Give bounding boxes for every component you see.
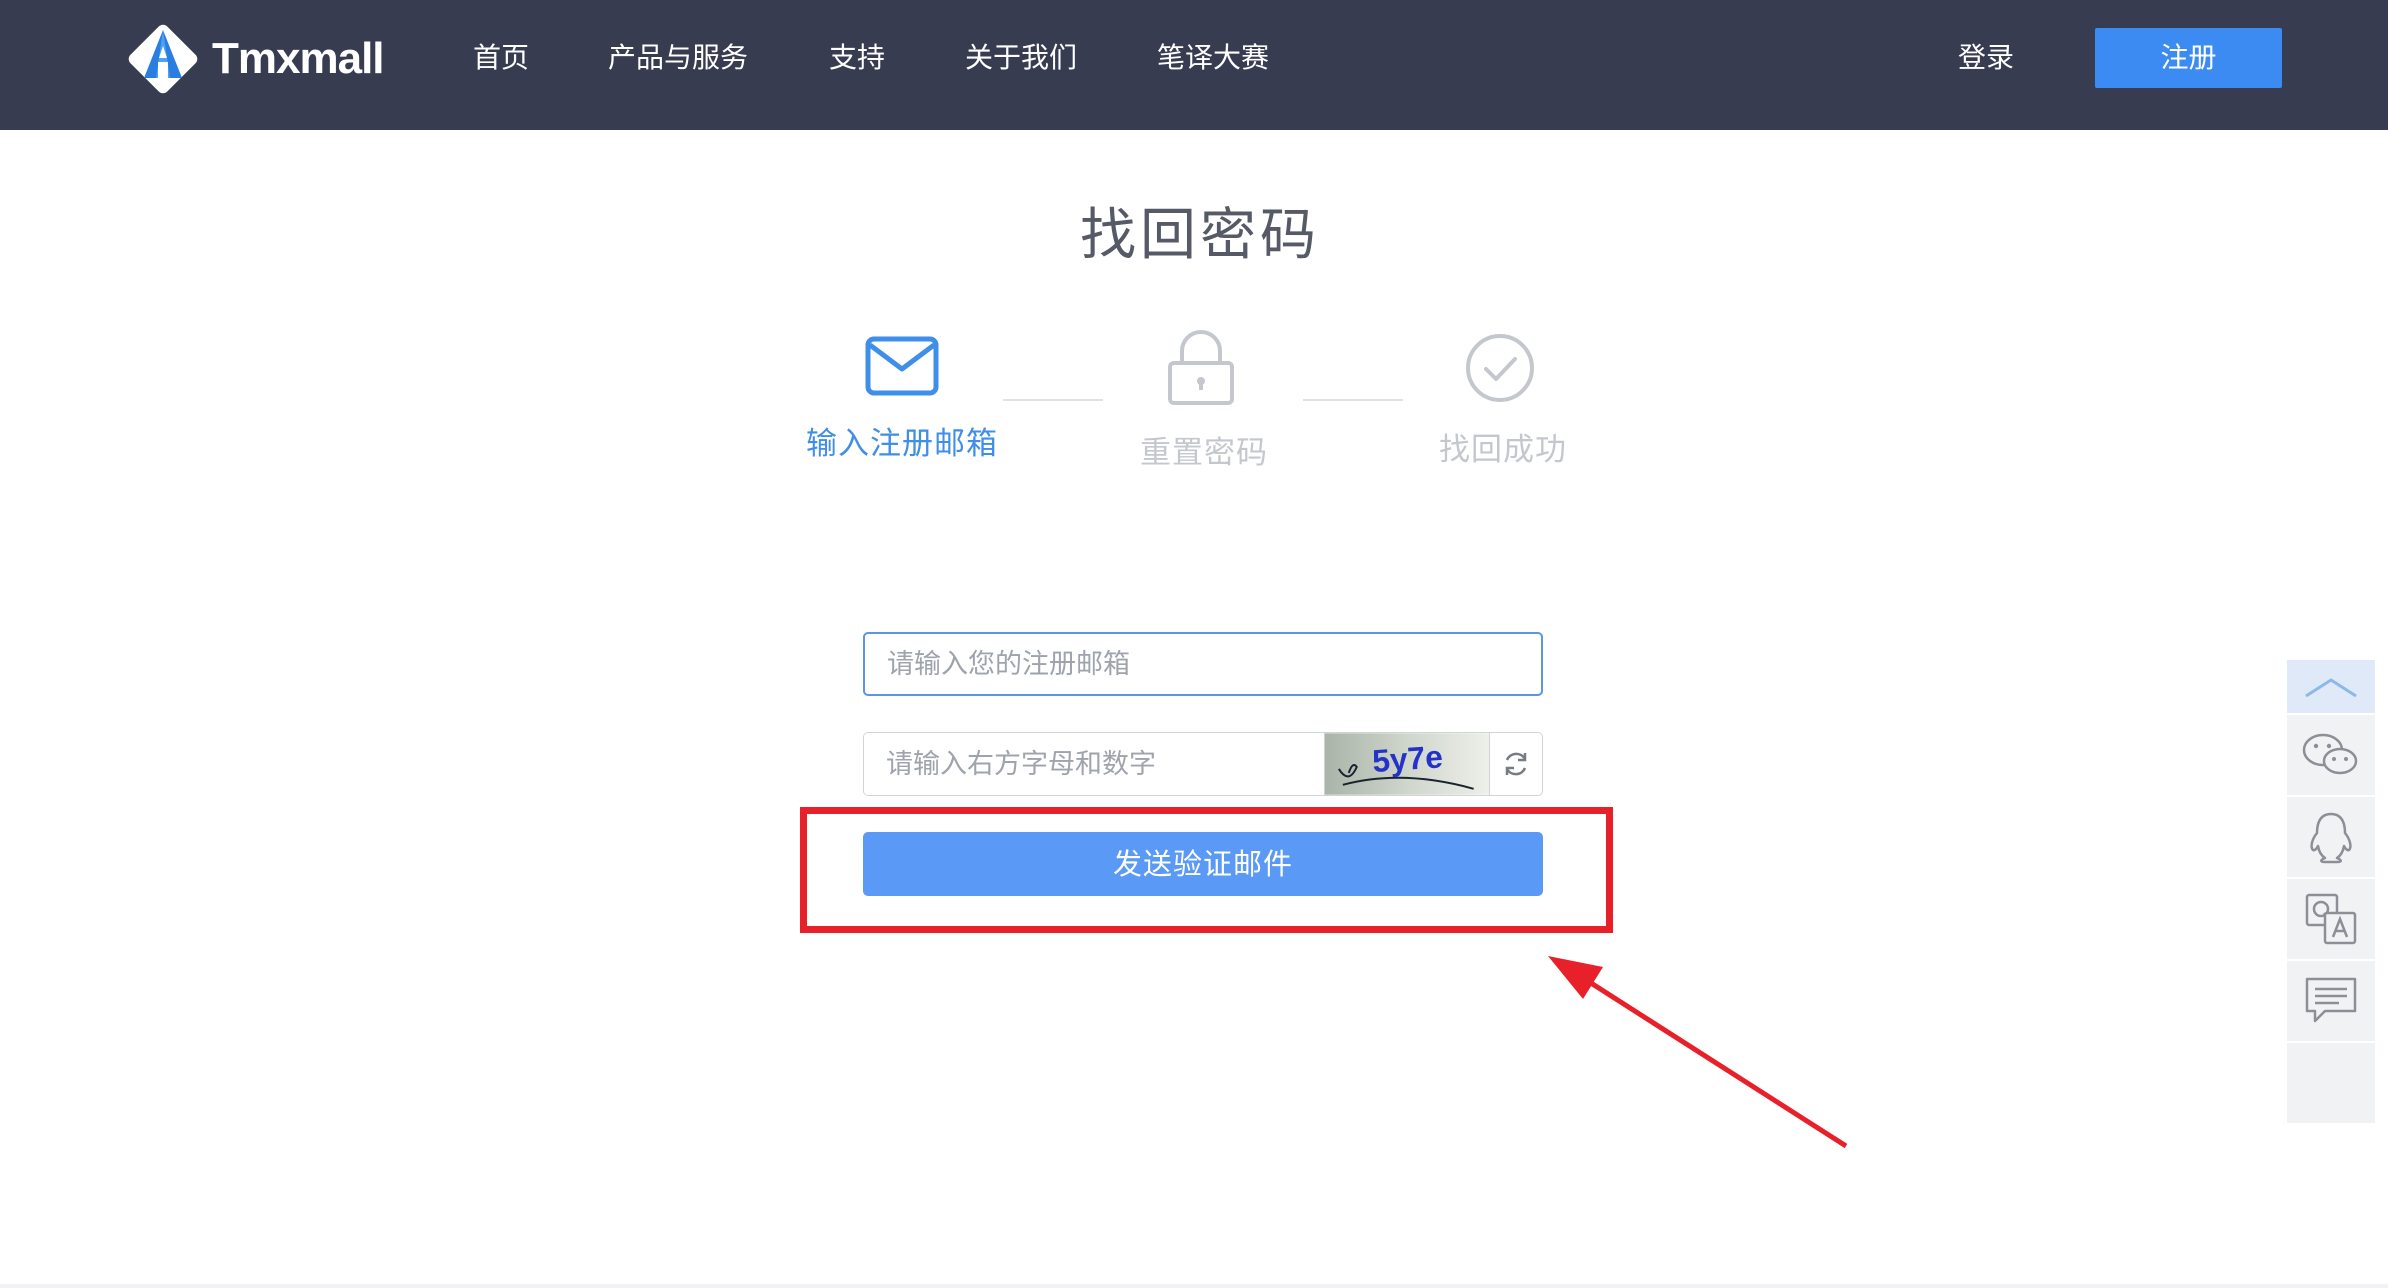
page: Tmxmall 首页 产品与服务 支持 关于我们 笔译大赛 登录 注册 找回密码… xyxy=(0,0,2388,1288)
send-verification-email-button[interactable]: 发送验证邮件 xyxy=(863,832,1543,896)
step-connector-1 xyxy=(1003,399,1103,401)
captcha-refresh-button[interactable] xyxy=(1489,733,1542,795)
lock-icon xyxy=(1168,330,1234,405)
step-2-label: 重置密码 xyxy=(1140,435,1268,471)
brand-logo[interactable]: Tmxmall xyxy=(120,16,385,102)
qq-icon xyxy=(2310,812,2352,864)
message-button[interactable] xyxy=(2287,961,2375,1042)
brand-name: Tmxmall xyxy=(212,34,385,83)
qa-button[interactable] xyxy=(2287,879,2375,960)
page-title: 找回密码 xyxy=(1080,203,1320,268)
step-3-label: 找回成功 xyxy=(1439,432,1567,468)
nav-translation-contest[interactable]: 笔译大赛 xyxy=(1157,38,1269,78)
wechat-button[interactable] xyxy=(2287,715,2375,796)
chevron-up-icon xyxy=(2305,677,2357,697)
check-circle-icon xyxy=(1466,334,1534,402)
captcha-input[interactable] xyxy=(864,733,1324,795)
nav-home[interactable]: 首页 xyxy=(473,38,529,78)
tmxmall-logo-icon xyxy=(128,24,198,94)
wechat-icon xyxy=(2302,733,2358,775)
floatbar-blank-slot xyxy=(2287,1043,2375,1124)
step-connector-2 xyxy=(1303,399,1403,401)
captcha-image[interactable]: 5y7e xyxy=(1323,733,1490,795)
top-navbar: Tmxmall 首页 产品与服务 支持 关于我们 笔译大赛 登录 注册 xyxy=(0,0,2388,130)
nav-support[interactable]: 支持 xyxy=(829,38,885,78)
login-link[interactable]: 登录 xyxy=(1958,38,2014,78)
captcha-text: 5y7e xyxy=(1371,738,1444,779)
email-input[interactable] xyxy=(863,632,1543,696)
message-icon xyxy=(2305,977,2357,1023)
register-button[interactable]: 注册 xyxy=(2095,28,2282,88)
qq-button[interactable] xyxy=(2287,797,2375,878)
step-1-label: 输入注册邮箱 xyxy=(806,426,998,462)
envelope-icon xyxy=(865,336,939,396)
refresh-icon xyxy=(1505,752,1527,776)
qa-icon xyxy=(2305,893,2357,945)
captcha-row: 5y7e xyxy=(863,732,1543,796)
nav-about-us[interactable]: 关于我们 xyxy=(965,38,1077,78)
nav-products-services[interactable]: 产品与服务 xyxy=(608,38,748,78)
footer-divider xyxy=(0,1284,2388,1288)
back-to-top-button[interactable] xyxy=(2287,660,2375,714)
